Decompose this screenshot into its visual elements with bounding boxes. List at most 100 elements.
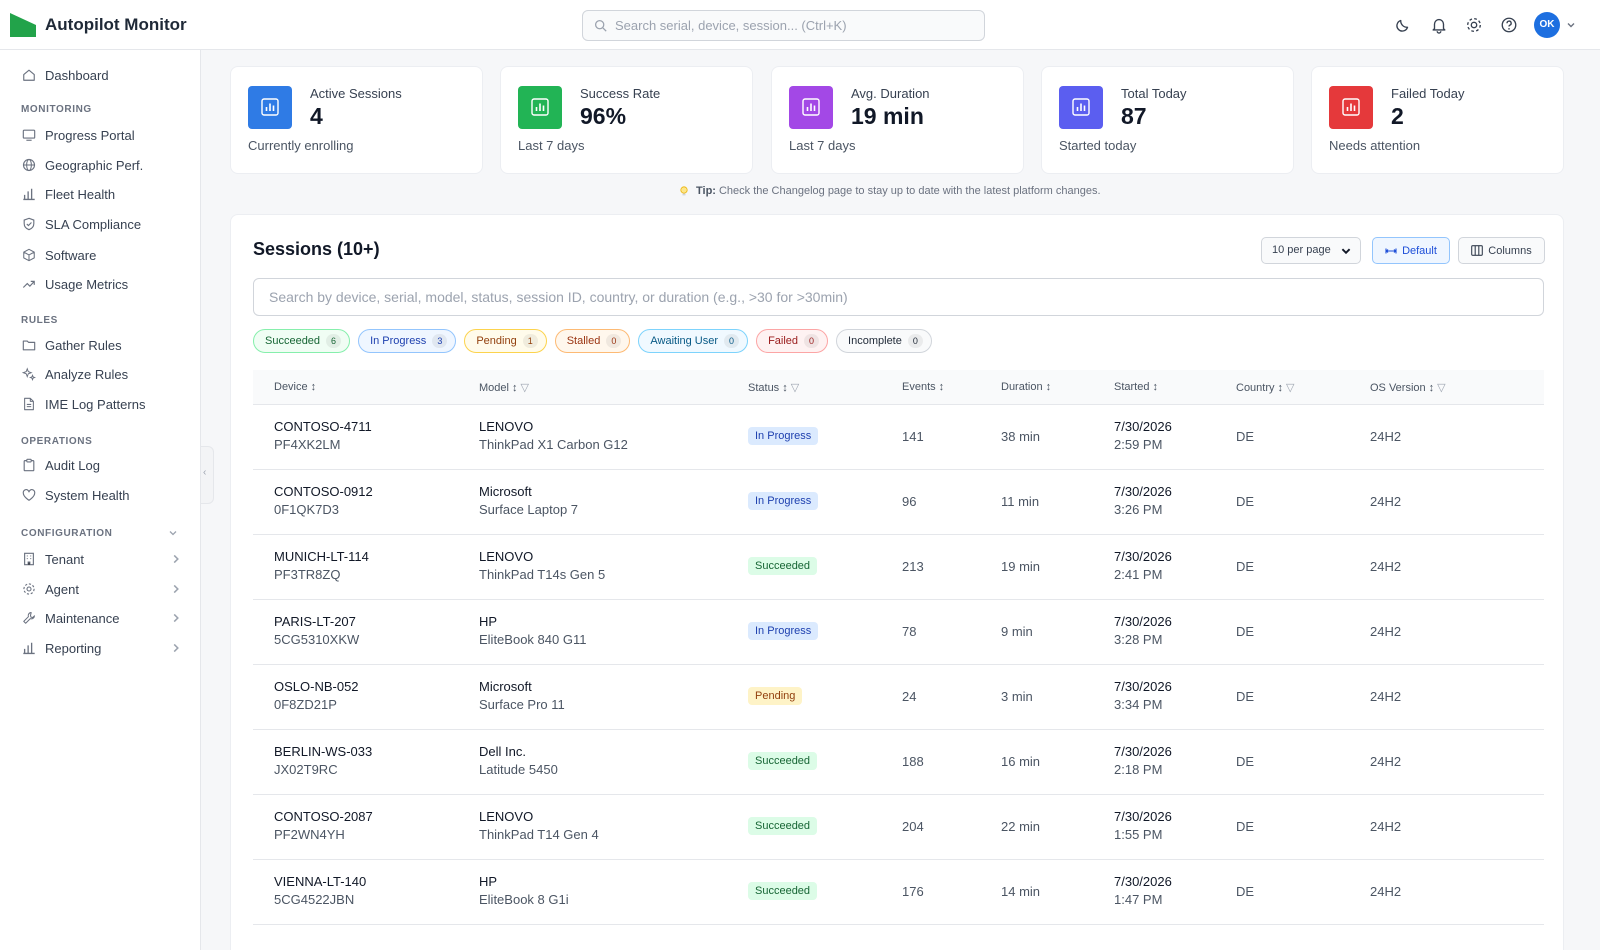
device-name: OSLO-NB-052 (274, 679, 359, 694)
search-icon (594, 19, 607, 32)
home-icon (23, 69, 35, 81)
sidebar-item-maintenance[interactable]: Maintenance (22, 607, 182, 629)
table-row[interactable]: OSLO-NB-052 0F8ZD21P Microsoft Surface P… (253, 665, 1544, 730)
notifications-bell-icon[interactable] (1430, 16, 1448, 34)
sidebar-item-gather-rules[interactable]: Gather Rules (22, 334, 182, 356)
table-row[interactable]: MUNICH-LT-114 PF3TR8ZQ LENOVO ThinkPad T… (253, 535, 1544, 600)
per-page-select[interactable]: 10 per page (1261, 237, 1361, 264)
kpi-icon-badge (1059, 86, 1103, 129)
bar-chart-icon (802, 98, 820, 116)
default-view-button[interactable]: Default (1372, 237, 1450, 264)
sidebar-item-sla-compliance[interactable]: SLA Compliance (22, 213, 182, 235)
sidebar-item-system-health[interactable]: System Health (22, 484, 182, 506)
table-row[interactable]: CONTOSO-0912 0F1QK7D3 Microsoft Surface … (253, 470, 1544, 535)
chip-label: In Progress (370, 335, 427, 347)
kpi-subtitle: Last 7 days (789, 138, 856, 153)
chevron-down-icon[interactable] (1566, 20, 1576, 30)
column-header-duration[interactable]: Duration ↕ (1001, 381, 1051, 393)
column-header-device[interactable]: Device ↕ (274, 381, 316, 393)
filter-icon[interactable]: ▽ (791, 381, 799, 394)
sidebar-item-usage-metrics[interactable]: Usage Metrics (22, 273, 182, 295)
duration: 11 min (1001, 494, 1040, 509)
sort-icon: ↕ (511, 381, 518, 394)
os-version: 24H2 (1370, 754, 1402, 769)
sessions-search-input[interactable] (254, 279, 1543, 315)
kpi-card-total-today: Total Today 87 Started today (1041, 66, 1294, 174)
table-row[interactable]: CONTOSO-4711 PF4XK2LM LENOVO ThinkPad X1… (253, 405, 1544, 470)
column-header-status[interactable]: Status ↕ ▽ (748, 381, 799, 395)
global-search-input[interactable] (615, 11, 975, 40)
dark-mode-icon[interactable] (1394, 16, 1412, 34)
column-header-events[interactable]: Events ↕ (902, 381, 944, 393)
device-vendor: HP (479, 874, 498, 889)
filter-icon[interactable]: ▽ (1286, 381, 1294, 394)
sidebar-item-ime-log-patterns[interactable]: IME Log Patterns (22, 393, 182, 415)
column-header-country[interactable]: Country ↕ ▽ (1236, 381, 1295, 395)
global-search[interactable] (582, 10, 985, 41)
filter-chip-stalled[interactable]: Stalled 0 (554, 329, 631, 353)
device-model: Surface Pro 11 (479, 697, 565, 712)
sidebar-item-tenant[interactable]: Tenant (22, 548, 182, 570)
filter-icon[interactable]: ▽ (520, 381, 528, 394)
columns-button[interactable]: Columns (1458, 237, 1545, 264)
chip-count: 0 (606, 334, 622, 348)
filter-chip-succeeded[interactable]: Succeeded 6 (253, 329, 351, 353)
duration: 38 min (1001, 429, 1041, 444)
help-icon[interactable] (1500, 16, 1518, 34)
column-header-os-version[interactable]: OS Version ↕ ▽ (1370, 381, 1446, 395)
sort-icon: ↕ (1152, 381, 1158, 393)
country: DE (1236, 429, 1255, 444)
sidebar-collapse-handle[interactable]: ‹ (201, 446, 214, 504)
os-version: 24H2 (1370, 624, 1402, 639)
sidebar-item-reporting[interactable]: Reporting (22, 637, 182, 659)
kpi-label: Success Rate (580, 86, 661, 101)
device-serial: 0F1QK7D3 (274, 502, 340, 517)
device-vendor: HP (479, 614, 498, 629)
kpi-value: 96% (580, 103, 627, 129)
table-row[interactable]: PARIS-LT-207 5CG5310XKW HP EliteBook 840… (253, 600, 1544, 665)
sidebar-item-analyze-rules[interactable]: Analyze Rules (22, 363, 182, 385)
started-date: 7/30/2026 (1114, 614, 1172, 629)
sidebar-item-dashboard[interactable]: Dashboard (22, 64, 182, 86)
kpi-card-success-rate: Success Rate 96% Last 7 days (500, 66, 753, 174)
sessions-table-header: Device ↕ Model ↕ ▽ Status ↕ ▽ Events ↕ Duratio… (253, 370, 1544, 405)
user-avatar[interactable]: OK (1534, 12, 1560, 38)
section-operations: OPERATIONS (21, 436, 93, 447)
sidebar-item-agent[interactable]: Agent (22, 578, 182, 600)
table-row[interactable]: CONTOSO-2087 PF2WN4YH LENOVO ThinkPad T1… (253, 795, 1544, 860)
sidebar-item-fleet-health[interactable]: Fleet Health (22, 183, 182, 205)
clipboard-icon (23, 458, 35, 472)
filter-chip-incomplete[interactable]: Incomplete 0 (836, 329, 932, 353)
sidebar-item-geographic-perf[interactable]: Geographic Perf. (22, 154, 182, 176)
table-row[interactable]: VIENNA-LT-140 5CG4522JBN HP EliteBook 8 … (253, 860, 1544, 925)
device-name: PARIS-LT-207 (274, 614, 356, 629)
kpi-card-avg-duration: Avg. Duration 19 min Last 7 days (771, 66, 1024, 174)
per-page-value: 10 per page (1272, 244, 1331, 256)
sidebar-item-progress-portal[interactable]: Progress Portal (22, 124, 182, 146)
chip-count: 6 (326, 334, 342, 348)
section-configuration[interactable]: CONFIGURATION (21, 528, 113, 539)
filter-chip-in-progress[interactable]: In Progress 3 (358, 329, 457, 353)
settings-gear-icon[interactable] (1465, 16, 1483, 34)
filter-chip-failed[interactable]: Failed 0 (756, 329, 829, 353)
sessions-search[interactable] (253, 278, 1544, 316)
filter-icon[interactable]: ▽ (1437, 381, 1445, 394)
device-name: MUNICH-LT-114 (274, 549, 369, 564)
column-header-model[interactable]: Model ↕ ▽ (479, 381, 529, 395)
lightbulb-icon (680, 186, 688, 196)
bar-chart-icon (23, 188, 35, 201)
chevron-left-icon: ‹ (203, 467, 207, 478)
shield-check-icon (23, 217, 35, 231)
os-version: 24H2 (1370, 689, 1402, 704)
filter-chip-pending[interactable]: Pending 1 (464, 329, 547, 353)
table-row[interactable]: BERLIN-WS-033 JX02T9RC Dell Inc. Latitud… (253, 730, 1544, 795)
sidebar-item-software[interactable]: Software (22, 244, 182, 266)
tip-label: Tip: (696, 185, 716, 197)
device-vendor: Dell Inc. (479, 744, 526, 759)
chevron-right-icon (173, 584, 179, 594)
filter-chip-awaiting-user[interactable]: Awaiting User 0 (638, 329, 749, 353)
column-header-started[interactable]: Started ↕ (1114, 381, 1158, 393)
sidebar-item-audit-log[interactable]: Audit Log (22, 454, 182, 476)
country: DE (1236, 624, 1255, 639)
chevron-down-icon[interactable] (168, 528, 178, 538)
